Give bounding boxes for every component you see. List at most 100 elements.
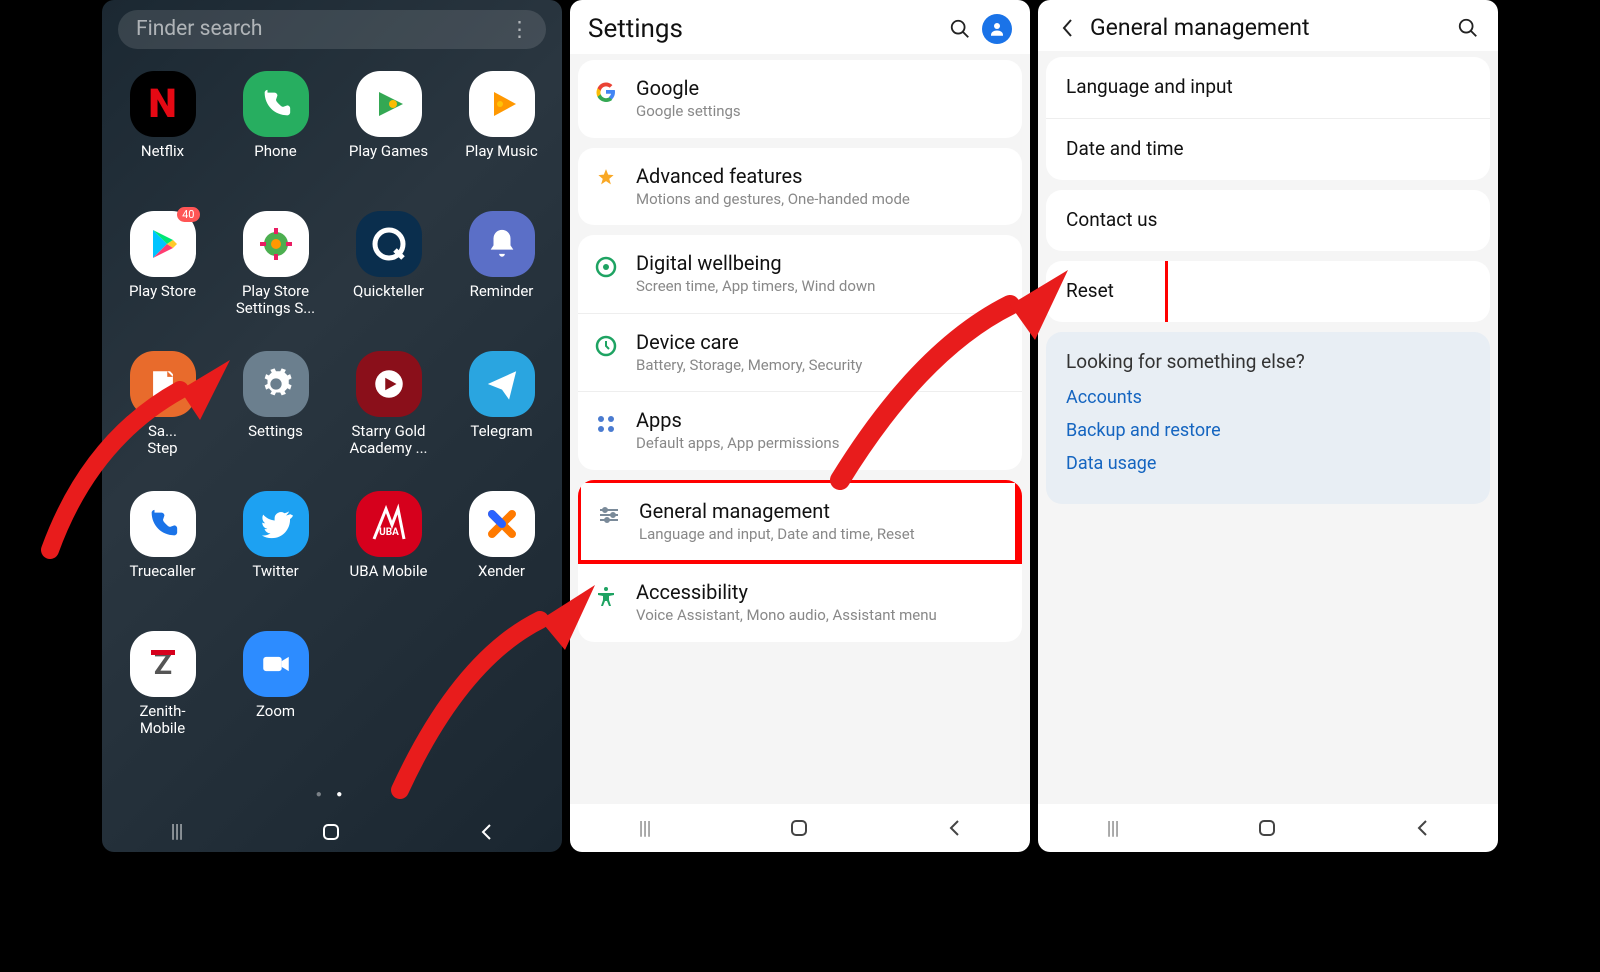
search-icon[interactable] xyxy=(948,17,972,41)
zoom-app[interactable]: Zoom xyxy=(219,631,332,771)
row-title: Date and time xyxy=(1066,137,1184,160)
finder-placeholder: Finder search xyxy=(136,17,263,41)
general-management-row[interactable]: General managementLanguage and input, Da… xyxy=(578,480,1022,565)
app-label: Xender xyxy=(474,563,529,580)
starry-gold-app[interactable]: Starry Gold Academy ... xyxy=(332,351,445,491)
home-icon[interactable] xyxy=(789,818,809,838)
recents-icon[interactable]: ||| xyxy=(171,821,183,842)
row-subtitle: Default apps, App permissions xyxy=(636,434,1008,454)
advanced-features-row[interactable]: Advanced featuresMotions and gestures, O… xyxy=(578,148,1022,226)
nav-bar: ||| xyxy=(570,804,1030,852)
looking-for-card: Looking for something else?AccountsBacku… xyxy=(1046,332,1490,504)
uba-app[interactable]: UBA UBA Mobile xyxy=(332,491,445,631)
app-label: Telegram xyxy=(466,423,536,440)
app-label: Starry Gold Academy ... xyxy=(332,423,445,458)
nav-bar: ||| xyxy=(102,812,562,852)
profile-avatar[interactable] xyxy=(982,14,1012,44)
google-icon xyxy=(592,78,620,106)
highlight-box xyxy=(1046,261,1168,322)
language-input-row[interactable]: Language and input xyxy=(1046,57,1490,119)
app-label: Sa...Step xyxy=(143,423,181,458)
devicecare-icon xyxy=(592,332,620,360)
zenith-app[interactable]: ZZenith-Mobile xyxy=(106,631,219,771)
play-games-app[interactable]: Play Games xyxy=(332,71,445,211)
device-care-row[interactable]: Device careBattery, Storage, Memory, Sec… xyxy=(578,314,1022,393)
finder-search-bar[interactable]: Finder search ⋮ xyxy=(118,10,546,49)
play-music-app[interactable]: Play Music xyxy=(445,71,558,211)
app-label: Play Store xyxy=(125,283,200,300)
samsung-step-app[interactable]: Sa...Step xyxy=(106,351,219,491)
row-title: General management xyxy=(639,499,1001,523)
reminder-app[interactable]: Reminder xyxy=(445,211,558,351)
app-label: Play Store Settings S... xyxy=(219,283,332,318)
phone-icon xyxy=(243,71,309,137)
app-label: Play Music xyxy=(461,143,542,160)
reset-row[interactable]: Reset xyxy=(1046,261,1490,322)
recents-icon[interactable]: ||| xyxy=(639,818,651,839)
star-gear-icon xyxy=(592,166,620,194)
row-title: Digital wellbeing xyxy=(636,251,1008,275)
quickteller-app[interactable]: Quickteller xyxy=(332,211,445,351)
home-icon[interactable] xyxy=(1257,818,1277,838)
digital-wellbeing-row[interactable]: Digital wellbeingScreen time, App timers… xyxy=(578,235,1022,314)
gm-header: General management xyxy=(1038,0,1498,51)
info-link-accounts[interactable]: Accounts xyxy=(1066,387,1470,408)
screen-settings: Settings GoogleGoogle settings Advanced f… xyxy=(570,0,1030,852)
settings-app[interactable]: Settings xyxy=(219,351,332,491)
truecaller-app[interactable]: Truecaller xyxy=(106,491,219,631)
row-title: Advanced features xyxy=(636,164,1008,188)
google-row[interactable]: GoogleGoogle settings xyxy=(578,60,1022,138)
phone-app[interactable]: Phone xyxy=(219,71,332,211)
search-icon[interactable] xyxy=(1456,16,1480,40)
back-chevron-icon[interactable] xyxy=(1056,16,1080,40)
app-label: Twitter xyxy=(248,563,302,580)
a11y-icon xyxy=(592,582,620,610)
xender-app[interactable]: Xender xyxy=(445,491,558,631)
row-subtitle: Google settings xyxy=(636,102,1008,122)
row-title: Apps xyxy=(636,408,1008,432)
reminder-icon xyxy=(469,211,535,277)
recents-icon[interactable]: ||| xyxy=(1107,818,1119,839)
app-label: Settings xyxy=(244,423,307,440)
app-label: Play Games xyxy=(345,143,432,160)
screen-general-management: General management Language and input Dat… xyxy=(1038,0,1498,852)
row-title: Accessibility xyxy=(636,580,1008,604)
quickteller-icon xyxy=(356,211,422,277)
wellbeing-icon xyxy=(592,253,620,281)
netflix-icon: N xyxy=(130,71,196,137)
play-store-settings-app[interactable]: Play Store Settings S... xyxy=(219,211,332,351)
gm-title: General management xyxy=(1090,14,1446,41)
settings-title: Settings xyxy=(588,14,938,44)
apps-row[interactable]: AppsDefault apps, App permissions xyxy=(578,392,1022,470)
row-subtitle: Voice Assistant, Mono audio, Assistant m… xyxy=(636,606,1008,626)
twitter-icon xyxy=(243,491,309,557)
uba-icon: UBA xyxy=(356,491,422,557)
telegram-app[interactable]: Telegram xyxy=(445,351,558,491)
info-link-backup-and-restore[interactable]: Backup and restore xyxy=(1066,420,1470,441)
home-icon[interactable] xyxy=(321,822,341,842)
info-link-data-usage[interactable]: Data usage xyxy=(1066,453,1470,474)
app-label: Truecaller xyxy=(125,563,199,580)
app-label: Zoom xyxy=(252,703,299,720)
play-store-settings-icon xyxy=(243,211,309,277)
back-icon[interactable] xyxy=(947,818,961,838)
starry-gold-icon xyxy=(356,351,422,417)
back-icon[interactable] xyxy=(479,822,493,842)
back-icon[interactable] xyxy=(1415,818,1429,838)
telegram-icon xyxy=(469,351,535,417)
contact-us-row[interactable]: Contact us xyxy=(1046,190,1490,251)
app-label: Phone xyxy=(250,143,301,160)
netflix-app[interactable]: NNetflix xyxy=(106,71,219,211)
row-subtitle: Motions and gestures, One-handed mode xyxy=(636,190,1008,210)
row-title: Google xyxy=(636,76,1008,100)
app-label: UBA Mobile xyxy=(346,563,432,580)
play-store-icon: 40 xyxy=(130,211,196,277)
play-store-app[interactable]: 40 Play Store xyxy=(106,211,219,351)
accessibility-row[interactable]: AccessibilityVoice Assistant, Mono audio… xyxy=(578,564,1022,642)
twitter-app[interactable]: Twitter xyxy=(219,491,332,631)
svg-text:UBA: UBA xyxy=(379,527,399,538)
app-label: Zenith-Mobile xyxy=(135,703,189,738)
date-time-row[interactable]: Date and time xyxy=(1046,119,1490,180)
screen-app-drawer: Finder search ⋮ NNetflix Phone Play Games P… xyxy=(102,0,562,852)
more-icon[interactable]: ⋮ xyxy=(509,17,528,42)
